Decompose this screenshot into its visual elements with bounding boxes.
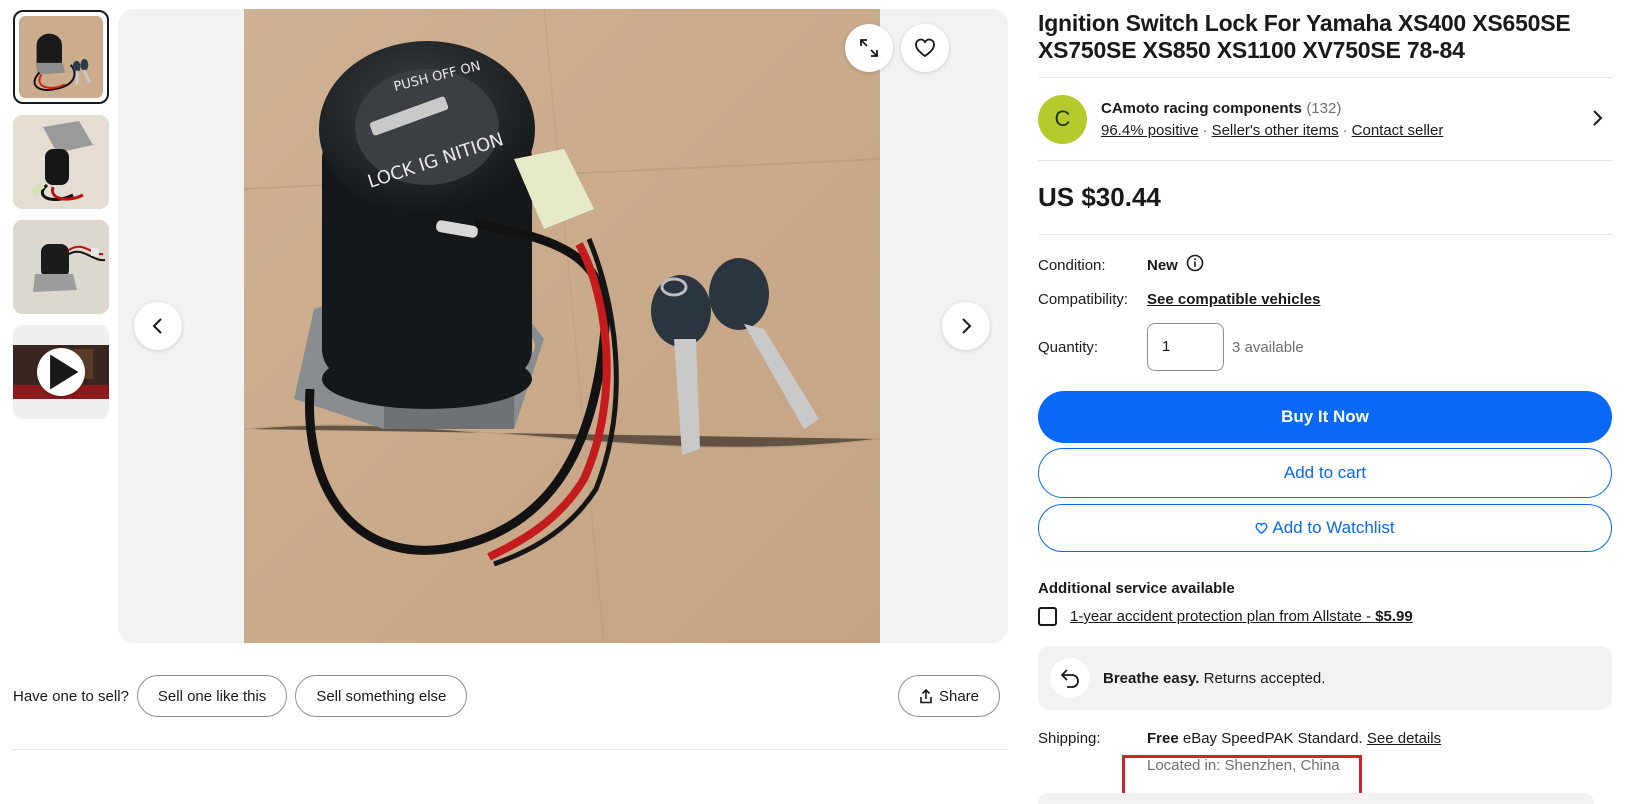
seller-card[interactable]: C CAmoto racing components (132) 96.4% p…: [1038, 78, 1612, 160]
sell-row: Have one to sell? Sell one like this Sel…: [13, 675, 1008, 717]
thumbnail-video[interactable]: [13, 325, 109, 419]
compatibility-label: Compatibility:: [1038, 290, 1129, 308]
play-icon[interactable]: [37, 348, 85, 396]
compatibility-row: Compatibility: See compatible vehicles: [1038, 289, 1612, 309]
returns-text: Returns accepted.: [1199, 669, 1326, 687]
listing-title: Ignition Switch Lock For Yamaha XS400 XS…: [1038, 10, 1571, 63]
see-compatible-vehicles-link[interactable]: See compatible vehicles: [1147, 291, 1320, 308]
share-icon: [920, 688, 932, 703]
divider: [13, 749, 1008, 750]
main-product-image[interactable]: LOCK IG NITION PUSH OFF ON: [244, 9, 880, 643]
sell-label: Have one to sell?: [13, 687, 129, 705]
condition-label: Condition:: [1038, 256, 1106, 274]
seller-avatar[interactable]: C: [1038, 94, 1087, 144]
returns-bold-text: Breathe easy.: [1103, 669, 1200, 687]
returns-icon: [1050, 658, 1090, 698]
add-to-cart-button[interactable]: Add to cart: [1038, 448, 1612, 498]
contact-seller-link[interactable]: Contact seller: [1352, 122, 1444, 139]
thumbnail-1-image: [20, 16, 102, 98]
seller-positive-link[interactable]: 96.4% positive: [1101, 122, 1199, 139]
item-price: US $30.44: [1038, 182, 1161, 212]
quantity-row: Quantity: 1 3 available: [1038, 323, 1612, 371]
quantity-available: 3 available: [1232, 338, 1304, 356]
seller-name[interactable]: CAmoto racing components: [1101, 100, 1302, 117]
thumbnail-2[interactable]: [13, 115, 109, 209]
bottom-panel: [1038, 793, 1594, 804]
shipping-method: eBay SpeedPAK Standard.: [1178, 730, 1367, 747]
image-gallery: LOCK IG NITION PUSH OFF ON: [118, 9, 1008, 643]
chevron-right-icon[interactable]: [942, 302, 990, 350]
protection-plan-row: 1-year accident protection plan from All…: [1038, 607, 1612, 626]
protection-plan-link[interactable]: 1-year accident protection plan from All…: [1070, 608, 1413, 625]
thumbnail-3-image: [13, 220, 109, 314]
info-icon[interactable]: [1186, 254, 1204, 276]
quantity-label: Quantity:: [1038, 338, 1099, 356]
sell-one-like-this-button[interactable]: Sell one like this: [136, 675, 288, 717]
heart-icon[interactable]: [901, 24, 949, 72]
returns-banner: Breathe easy. Returns accepted.: [1038, 646, 1612, 710]
condition-row: Condition: New: [1038, 254, 1612, 276]
thumbnail-strip: [13, 10, 109, 430]
see-details-link[interactable]: See details: [1367, 730, 1441, 747]
divider: [1038, 234, 1612, 235]
expand-icon[interactable]: [845, 24, 893, 72]
sell-something-else-button[interactable]: Sell something else: [295, 675, 468, 717]
thumbnail-1[interactable]: [13, 10, 109, 104]
buy-it-now-button[interactable]: Buy It Now: [1038, 391, 1612, 443]
thumbnail-2-image: [13, 115, 109, 209]
condition-value: New: [1147, 256, 1178, 274]
share-button[interactable]: Share: [897, 675, 1000, 717]
chevron-left-icon[interactable]: [134, 302, 182, 350]
additional-service-heading: Additional service available: [1038, 580, 1235, 597]
add-to-watchlist-label: Add to Watchlist: [1272, 518, 1395, 537]
add-to-watchlist-button[interactable]: Add to Watchlist: [1038, 504, 1612, 552]
shipping-free: Free: [1147, 730, 1179, 747]
seller-other-items-link[interactable]: Seller's other items: [1212, 122, 1339, 139]
quantity-input[interactable]: 1: [1147, 323, 1224, 371]
share-label: Share: [938, 687, 979, 705]
chevron-right-icon[interactable]: [1590, 109, 1604, 132]
item-details-panel: Ignition Switch Lock For Yamaha XS400 XS…: [1038, 0, 1612, 774]
protection-plan-checkbox[interactable]: [1038, 607, 1057, 626]
heart-icon: [1255, 522, 1268, 534]
seller-feedback-count: (132): [1306, 99, 1342, 117]
shipping-row: Shipping: Free eBay SpeedPAK Standard. S…: [1038, 730, 1612, 747]
shipping-label: Shipping:: [1038, 730, 1101, 747]
thumbnail-3[interactable]: [13, 220, 109, 314]
